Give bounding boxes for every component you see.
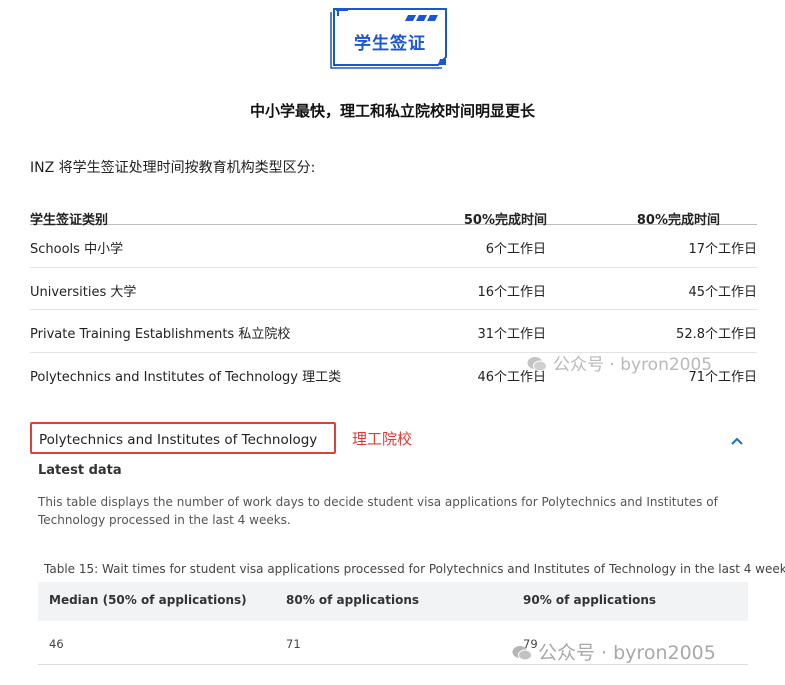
row-category: Universities 大学 (30, 284, 137, 300)
badge-title: 学生签证 (354, 34, 426, 54)
header-90-percent: 90% of applications (523, 593, 657, 607)
wechat-icon (512, 646, 532, 661)
80-percent-value: 71 (286, 637, 301, 651)
annotation-label: 理工院校 (352, 430, 413, 448)
table-row: Private Training Establishments 私立院校 31个… (30, 310, 757, 353)
latest-data-heading: Latest data (38, 463, 122, 478)
section-description: This table displays the number of work d… (38, 495, 718, 527)
row-80-percent: 17个工作日 (688, 242, 757, 257)
row-category: Polytechnics and Institutes of Technolog… (30, 369, 342, 385)
row-category: Private Training Establishments 私立院校 (30, 327, 291, 342)
watermark: 公众号 · byron2005 (512, 638, 716, 665)
watermark: 公众号 · byron2005 (527, 350, 712, 375)
table-header-row: 学生签证类别 50%完成时间 80%完成时间 (30, 196, 757, 228)
headline: 中小学最快，理工和私立院校时间明显更长 (249, 102, 535, 120)
table-caption: Table 15: Wait times for student visa ap… (44, 562, 785, 576)
row-50-percent: 31个工作日 (477, 327, 546, 342)
intro-text: INZ 将学生签证处理时间按教育机构类型区分: (30, 160, 316, 176)
table-header-row: Median (50% of applications) 80% of appl… (38, 582, 748, 621)
row-80-percent: 45个工作日 (688, 284, 757, 300)
header-median: Median (50% of applications) (49, 593, 247, 607)
watermark-text: 公众号 · byron2005 (553, 355, 713, 375)
table-row: Universities 大学 16个工作日 45个工作日 (30, 268, 757, 310)
student-visa-badge: 学生签证 (330, 7, 450, 69)
row-category: Schools 中小学 (30, 242, 124, 257)
poly-section-header[interactable]: Polytechnics and Institutes of Technolog… (30, 422, 336, 454)
row-50-percent: 6个工作日 (485, 242, 546, 257)
row-50-percent: 16个工作日 (477, 284, 546, 300)
chevron-up-icon[interactable] (730, 436, 744, 446)
table-row: Schools 中小学 6个工作日 17个工作日 (30, 225, 757, 268)
wechat-icon (527, 357, 547, 372)
row-80-percent: 52.8个工作日 (676, 327, 757, 342)
header-80-percent: 80% of applications (286, 593, 420, 607)
poly-section-title: Polytechnics and Institutes of Technolog… (39, 432, 318, 448)
watermark-text: 公众号 · byron2005 (538, 642, 716, 664)
median-value: 46 (49, 637, 64, 651)
